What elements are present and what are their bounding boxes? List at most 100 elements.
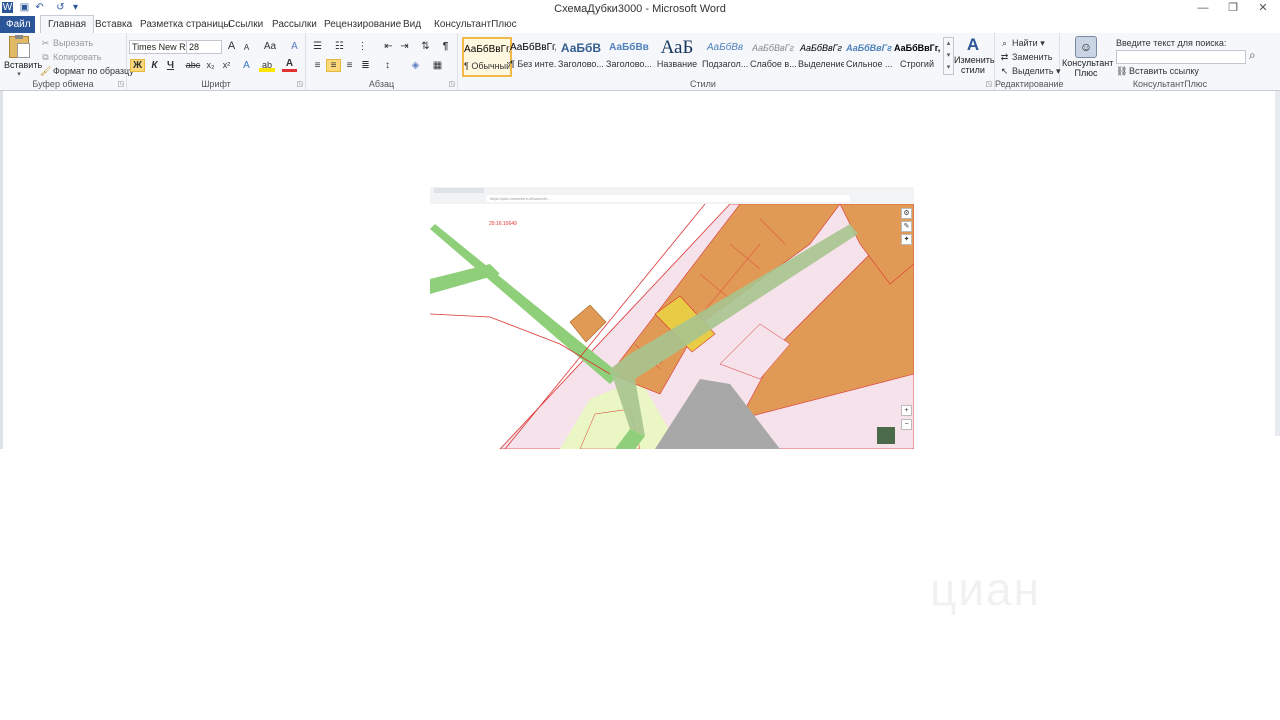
styles-scroll[interactable]: ▴ ▾ ▾	[943, 37, 954, 75]
map-layers-icon[interactable]: ✦	[901, 234, 912, 245]
line-spacing-button[interactable]: ↕	[380, 59, 395, 72]
superscript-button[interactable]: x²	[219, 59, 234, 72]
style-name: Заголово...	[558, 59, 604, 69]
align-right-button[interactable]: ≡	[342, 59, 357, 72]
style-heading-1[interactable]: АаБбВ Заголово...	[558, 37, 604, 73]
style-sample: АаБбВвГг	[752, 43, 794, 53]
consultant-plus-button[interactable]: ☺ Консультант Плюс	[1062, 36, 1113, 78]
browser-url: https://pkk.rosreestr.ru/#/search/...	[486, 195, 850, 202]
tab-file[interactable]: Файл	[0, 16, 35, 33]
text-effects-button[interactable]: A	[239, 59, 254, 72]
style-emphasis[interactable]: АаБбВвГг Выделение	[798, 37, 844, 73]
align-left-button[interactable]: ≡	[310, 59, 325, 72]
map-settings-icon[interactable]: ⚙	[901, 208, 912, 219]
embedded-map-image[interactable]: https://pkk.rosreestr.ru/#/search/... 29…	[430, 187, 914, 449]
map-zoom-in-button[interactable]: +	[901, 405, 912, 416]
style-name: Слабое в...	[750, 59, 796, 69]
window-title: СхемаДубки3000 - Microsoft Word	[554, 3, 726, 15]
style-strong[interactable]: АаБбВвГг, Строгий	[894, 37, 940, 73]
vertical-scrollbar[interactable]	[1275, 91, 1280, 436]
strikethrough-button[interactable]: abc	[184, 59, 202, 72]
tab-insert[interactable]: Вставка	[88, 16, 139, 33]
style-intense-emphasis[interactable]: АаБбВвГг Сильное ...	[846, 37, 892, 73]
underline-button[interactable]: Ч	[163, 59, 178, 72]
justify-button[interactable]: ≣	[358, 59, 373, 72]
increase-indent-button[interactable]: ⇥	[397, 40, 412, 53]
borders-button[interactable]: ▦	[430, 59, 445, 72]
replace-label: Заменить	[1012, 52, 1053, 62]
change-styles-button[interactable]: A Изменить стили	[954, 35, 995, 75]
scissors-icon: ✂	[41, 38, 50, 49]
tab-references[interactable]: Ссылки	[221, 16, 270, 33]
style-name: Выделение	[798, 59, 844, 69]
paste-button[interactable]: Вставить ▾	[4, 35, 42, 78]
italic-button[interactable]: К	[147, 59, 162, 72]
insert-link-label: Вставить ссылку	[1129, 66, 1199, 76]
find-button[interactable]: ⌕ Найти ▾	[999, 37, 1045, 49]
styles-group: АаБбВвГг,¶ Обычный АаБбВвГг,¶ Без инте..…	[458, 33, 995, 90]
style-sample: АаБбВв	[609, 42, 649, 53]
style-sample: АаБбВвГг	[800, 43, 842, 53]
tab-home[interactable]: Главная	[40, 15, 95, 35]
insert-link-button[interactable]: ⛓ Вставить ссылку	[1116, 65, 1199, 77]
bold-button[interactable]: Ж	[130, 59, 145, 72]
consultant-group-label: КонсультантПлюс	[1132, 79, 1208, 89]
decrease-indent-button[interactable]: ⇤	[381, 40, 396, 53]
cadastral-map: 29:16:10649	[430, 204, 914, 449]
dialog-launcher-icon[interactable]: ◳	[448, 80, 455, 88]
replace-button[interactable]: ⇄ Заменить	[999, 51, 1053, 63]
close-button[interactable]: ✕	[1248, 0, 1278, 16]
style-heading-2[interactable]: АаБбВв Заголово...	[606, 37, 652, 73]
cut-button[interactable]: ✂ Вырезать	[40, 37, 93, 49]
change-case-button[interactable]: Aa	[260, 40, 280, 53]
font-name-select[interactable]: Times New Ro	[129, 40, 187, 54]
vertical-ruler	[0, 91, 3, 449]
styles-group-label: Стили	[690, 79, 716, 89]
font-color-button[interactable]: A	[282, 59, 297, 72]
style-sample: АаБбВвГг,	[464, 44, 510, 55]
select-button[interactable]: ↖ Выделить ▾	[999, 65, 1061, 77]
numbering-button[interactable]: ☷	[332, 40, 347, 53]
style-no-spacing[interactable]: АаБбВвГг, ¶ Без инте...	[510, 37, 556, 73]
style-name: Строгий	[900, 59, 934, 69]
copy-button[interactable]: ⧉ Копировать	[40, 51, 101, 63]
consultant-search-input[interactable]	[1116, 50, 1246, 64]
bullets-button[interactable]: ☰	[310, 40, 325, 53]
tab-consultant-plus[interactable]: КонсультантПлюс	[427, 16, 524, 33]
tab-review[interactable]: Рецензирование	[317, 16, 408, 33]
search-label: Введите текст для поиска:	[1116, 38, 1227, 48]
minimize-button[interactable]: —	[1188, 0, 1218, 16]
style-sample: АаБ	[660, 37, 694, 58]
map-zoom-out-button[interactable]: −	[901, 419, 912, 430]
style-subtitle[interactable]: АаБбВв Подзагол...	[702, 37, 748, 73]
shrink-font-button[interactable]: A	[239, 41, 254, 54]
multilevel-list-button[interactable]: ⋮	[355, 40, 370, 53]
style-name: Название	[656, 59, 698, 69]
font-size-select[interactable]: 28	[186, 40, 222, 54]
sort-button[interactable]: ⇅	[418, 40, 433, 53]
grow-font-button[interactable]: A	[224, 40, 239, 53]
style-name: Подзагол...	[702, 59, 748, 69]
dialog-launcher-icon[interactable]: ◳	[117, 80, 124, 88]
style-normal[interactable]: АаБбВвГг, ¶ Обычный	[462, 37, 512, 77]
tab-mailings[interactable]: Рассылки	[265, 16, 324, 33]
search-icon[interactable]: ⌕	[1249, 48, 1256, 63]
restore-button[interactable]: ❐	[1218, 0, 1248, 16]
format-painter-button[interactable]: 🖌 Формат по образцу	[40, 65, 134, 77]
map-ruler-icon[interactable]: ✎	[901, 221, 912, 232]
editing-group: ⌕ Найти ▾ ⇄ Заменить ↖ Выделить ▾ Редактиро…	[995, 33, 1064, 90]
consultant-group: ☺ Консультант Плюс Введите текст для пои…	[1060, 33, 1280, 90]
align-center-button[interactable]: ≡	[326, 59, 341, 72]
dialog-launcher-icon[interactable]: ◳	[296, 80, 303, 88]
clear-formatting-button[interactable]: A	[287, 40, 302, 53]
highlight-button[interactable]: ab	[259, 59, 275, 72]
style-name: ¶ Без инте...	[510, 59, 556, 69]
tab-view[interactable]: Вид	[396, 16, 428, 33]
show-marks-button[interactable]: ¶	[438, 40, 453, 53]
subscript-button[interactable]: x₂	[203, 59, 218, 72]
cursor-icon: ↖	[1000, 66, 1009, 77]
shading-button[interactable]: ◈	[408, 59, 423, 72]
style-title[interactable]: АаБ Название	[654, 37, 700, 73]
style-subtle-emphasis[interactable]: АаБбВвГг Слабое в...	[750, 37, 796, 73]
dialog-launcher-icon[interactable]: ◳	[985, 80, 992, 88]
